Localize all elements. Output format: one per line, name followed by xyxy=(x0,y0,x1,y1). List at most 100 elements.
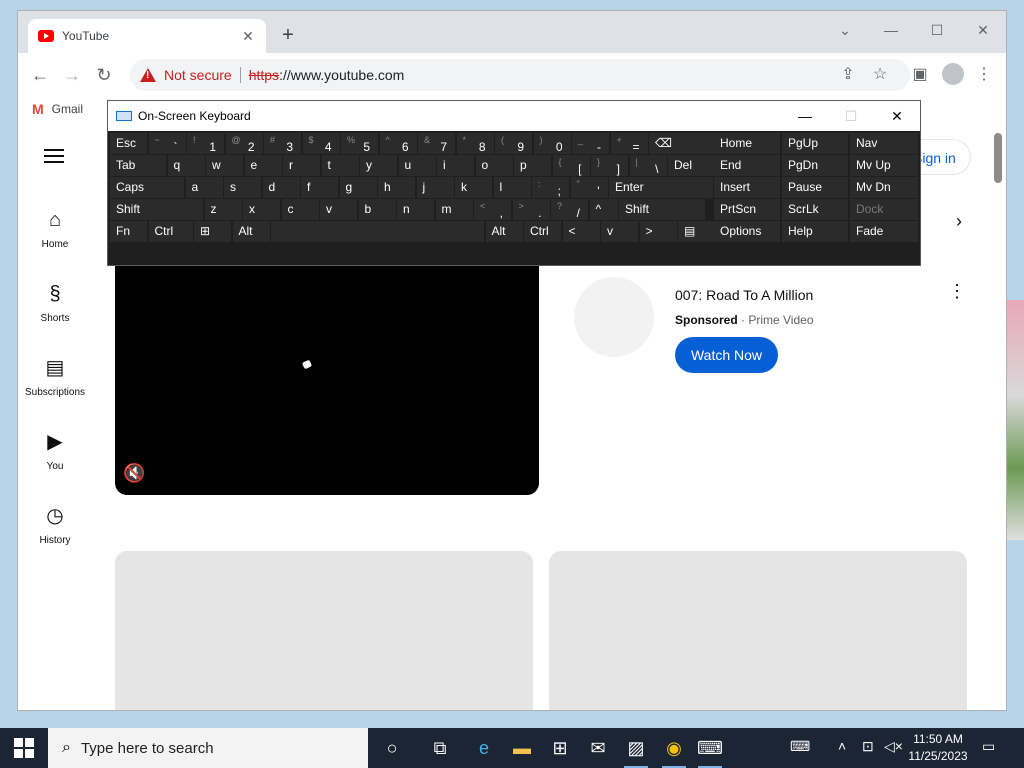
osk-key-⌫[interactable]: ⌫ xyxy=(649,133,715,154)
mail-icon[interactable]: ✉ xyxy=(584,734,612,762)
video-player[interactable]: 🔇 xyxy=(115,233,539,495)
touch-keyboard-icon[interactable]: ⌨ xyxy=(790,738,810,755)
photos-icon[interactable]: ▨ xyxy=(622,734,650,768)
sidebar-item-subscriptions[interactable]: ▤ Subscriptions xyxy=(18,355,92,398)
osk-key-mv-up[interactable]: Mv Up xyxy=(850,155,918,176)
osk-key-ctrl[interactable]: Ctrl xyxy=(148,221,193,242)
osk-key-scrlk[interactable]: ScrLk xyxy=(782,199,848,220)
osk-key-[[interactable]: {[ xyxy=(552,155,590,176)
sidebar-item-shorts[interactable]: § Shorts xyxy=(18,281,92,324)
osk-key-pause[interactable]: Pause xyxy=(782,177,848,198)
notifications-icon[interactable]: ▭ xyxy=(982,738,995,755)
side-panel-icon[interactable]: ▣ xyxy=(908,63,932,87)
ad-menu-kebab-icon[interactable]: ⋮ xyxy=(948,281,966,302)
ad-title[interactable]: 007: Road To A Million xyxy=(675,287,813,303)
osk-key-i[interactable]: i xyxy=(437,155,474,176)
osk-key-.[interactable]: >. xyxy=(512,199,550,220)
osk-key-caps[interactable]: Caps xyxy=(110,177,184,198)
osk-key-shift[interactable]: Shift xyxy=(110,199,203,220)
osk-key-v[interactable]: v xyxy=(601,221,638,242)
osk-key-/[interactable]: ? / xyxy=(551,199,588,220)
store-icon[interactable]: ⊞ xyxy=(546,734,574,762)
security-status[interactable]: Not secure xyxy=(164,67,232,83)
osk-key-r[interactable]: r xyxy=(283,155,320,176)
task-view-icon[interactable]: ⧉ xyxy=(426,734,454,762)
osk-key-fade[interactable]: Fade xyxy=(850,221,918,242)
osk-key-f[interactable]: f xyxy=(301,177,338,198)
forward-button[interactable]: → xyxy=(60,63,84,87)
osk-key-mv-dn[interactable]: Mv Dn xyxy=(850,177,918,198)
video-card-placeholder[interactable] xyxy=(115,551,533,710)
osk-key-alt[interactable]: Alt xyxy=(232,221,270,242)
osk-key-q[interactable]: q xyxy=(167,155,205,176)
maximize-button[interactable]: ☐ xyxy=(922,17,952,43)
osk-key-end[interactable]: End xyxy=(714,155,780,176)
clock[interactable]: 11:50 AM 11/25/2023 xyxy=(906,731,970,765)
osk-key-home[interactable]: Home xyxy=(714,133,780,154)
osk-key-8[interactable]: * 8 xyxy=(456,133,494,154)
osk-key-b[interactable]: b xyxy=(358,199,396,220)
osk-key-,[interactable]: <, xyxy=(474,199,511,220)
on-screen-keyboard-taskbar-icon[interactable]: ⌨ xyxy=(696,734,724,768)
address-bar[interactable]: Not secure https ://www.youtube.com xyxy=(130,59,910,91)
osk-key-options[interactable]: Options xyxy=(714,221,780,242)
osk-key-k[interactable]: k xyxy=(455,177,492,198)
osk-key-h[interactable]: h xyxy=(378,177,415,198)
watch-now-button[interactable]: Watch Now xyxy=(675,337,778,373)
osk-key-u[interactable]: u xyxy=(398,155,436,176)
bookmark-star-icon[interactable]: ☆ xyxy=(868,63,892,87)
osk-key-l[interactable]: l xyxy=(493,177,531,198)
page-scrollbar[interactable] xyxy=(994,133,1002,183)
edge-icon[interactable]: e xyxy=(470,734,498,762)
osk-key-;[interactable]: :; xyxy=(532,177,569,198)
osk-key-`[interactable]: ~ ` xyxy=(148,133,186,154)
bookmark-gmail[interactable]: M Gmail xyxy=(32,101,83,117)
osk-key-del[interactable]: Del xyxy=(668,155,716,176)
start-button[interactable] xyxy=(14,738,34,758)
osk-maximize-button[interactable]: ☐ xyxy=(828,108,874,125)
osk-key-<[interactable]: < xyxy=(562,221,600,242)
osk-key-1[interactable]: ! 1 xyxy=(187,133,224,154)
osk-key-o[interactable]: o xyxy=(475,155,513,176)
osk-key-esc[interactable]: Esc xyxy=(110,133,147,154)
osk-key-d[interactable]: d xyxy=(262,177,300,198)
osk-key-6[interactable]: ^ 6 xyxy=(379,133,417,154)
osk-key-help[interactable]: Help xyxy=(782,221,848,242)
osk-key-^[interactable]: ^ xyxy=(589,199,618,220)
osk-key-7[interactable]: & 7 xyxy=(418,133,455,154)
osk-key->[interactable]: > xyxy=(639,221,677,242)
osk-key-y[interactable]: y xyxy=(360,155,397,176)
cortana-icon[interactable]: ○ xyxy=(378,734,406,762)
osk-key-insert[interactable]: Insert xyxy=(714,177,780,198)
osk-titlebar[interactable]: On-Screen Keyboard — ☐ ✕ xyxy=(108,101,920,131)
share-icon[interactable]: ⇪ xyxy=(836,63,860,87)
warning-icon[interactable] xyxy=(140,68,156,82)
profile-avatar[interactable] xyxy=(942,63,964,85)
osk-close-button[interactable]: ✕ xyxy=(874,108,920,125)
osk-key-j[interactable]: j xyxy=(416,177,454,198)
osk-key-=[interactable]: + = xyxy=(610,133,648,154)
osk-key-v[interactable]: v xyxy=(320,199,357,220)
osk-key-pgup[interactable]: PgUp xyxy=(782,133,848,154)
new-tab-button[interactable]: + xyxy=(276,23,300,47)
osk-key-3[interactable]: #3 xyxy=(264,133,301,154)
osk-key-pgdn[interactable]: PgDn xyxy=(782,155,848,176)
video-card-placeholder[interactable] xyxy=(549,551,967,710)
osk-key-][interactable]: }] xyxy=(591,155,628,176)
back-button[interactable]: ← xyxy=(28,63,52,87)
osk-key-2[interactable]: @2 xyxy=(225,133,263,154)
menu-kebab-icon[interactable]: ⋮ xyxy=(972,63,996,87)
osk-key-z[interactable]: z xyxy=(204,199,242,220)
sidebar-item-you[interactable]: ▶ You xyxy=(18,429,92,472)
osk-key-space[interactable] xyxy=(271,221,484,242)
osk-key-5[interactable]: % 5 xyxy=(341,133,378,154)
osk-key-'[interactable]: " ' xyxy=(570,177,608,198)
osk-key-nav[interactable]: Nav xyxy=(850,133,918,154)
osk-key-p[interactable]: p xyxy=(514,155,551,176)
tab-search-chevron-icon[interactable]: ⌄ xyxy=(830,17,860,43)
file-explorer-icon[interactable]: ▬ xyxy=(508,734,536,762)
osk-key-n[interactable]: n xyxy=(397,199,434,220)
osk-key-a[interactable]: a xyxy=(185,177,223,198)
reload-button[interactable]: ↻ xyxy=(92,63,116,87)
osk-key-dock[interactable]: Dock xyxy=(850,199,918,220)
